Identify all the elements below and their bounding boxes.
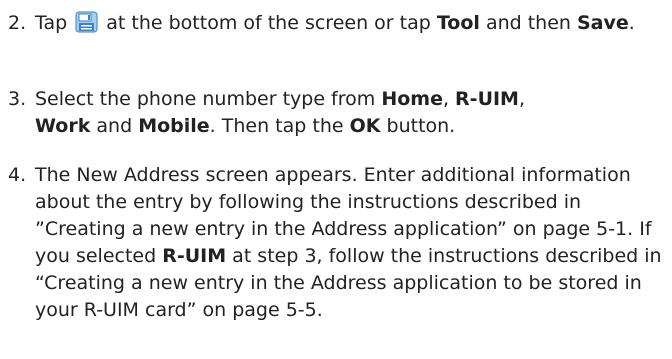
step-number: 4. xyxy=(8,164,27,186)
home-option-label: Home xyxy=(381,88,443,110)
step-4: 4. The New Address screen appears. Enter… xyxy=(8,162,664,324)
step-text: . xyxy=(628,12,635,34)
step-text: button. xyxy=(386,115,456,137)
r-uim-option-label: R-UIM xyxy=(162,245,227,267)
step-text: at the bottom of the screen or tap xyxy=(106,12,431,34)
step-number: 2. xyxy=(8,12,27,34)
save-icon xyxy=(75,11,98,33)
step-3-text: Select the phone number type from Home, … xyxy=(35,86,664,140)
step-2-text: Tap at the bottom of the screen or tap T… xyxy=(35,10,664,37)
step-number: 3. xyxy=(8,88,27,110)
separator: , xyxy=(442,88,449,110)
step-3: 3. Select the phone number type from Hom… xyxy=(8,86,664,140)
mobile-option-label: Mobile xyxy=(138,115,210,137)
tool-menu-label: Tool xyxy=(436,12,480,34)
ok-button-label: OK xyxy=(349,115,381,137)
step-4-text: The New Address screen appears. Enter ad… xyxy=(35,162,664,324)
step-text: and xyxy=(96,115,133,137)
save-menu-label: Save xyxy=(577,12,629,34)
r-uim-option-label: R-UIM xyxy=(455,88,519,110)
step-text: . Then tap the xyxy=(209,115,344,137)
separator: , xyxy=(518,88,526,110)
step-text: and then xyxy=(485,12,571,34)
work-option-label: Work xyxy=(35,115,91,137)
step-text: Tap xyxy=(35,12,68,34)
step-text: Select the phone number type from xyxy=(35,88,376,110)
step-2: 2. Tap at the bottom of the screen or ta… xyxy=(8,10,664,37)
